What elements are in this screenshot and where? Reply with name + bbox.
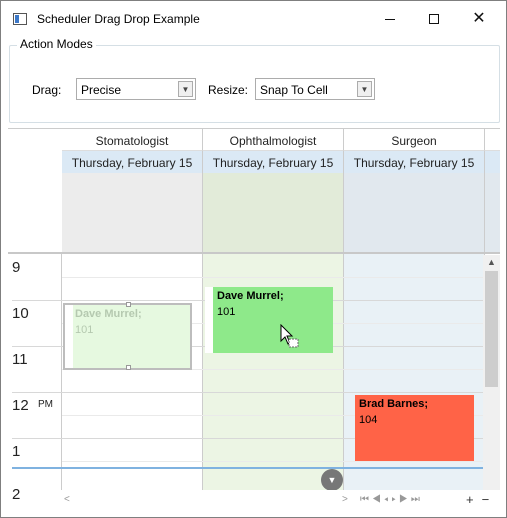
appointment-location: 101 [217,306,236,318]
title-bar: Scheduler Drag Drop Example ✕ [1,1,506,37]
resource-header-ophthalmologist: Ophthalmologist [203,129,344,151]
all-day-cell[interactable] [344,173,485,253]
grid-line [62,461,485,462]
ghost-location: 101 [75,324,94,336]
resize-handle [126,302,131,307]
scrollbar-thumb[interactable] [485,271,498,387]
minimize-icon [385,18,395,20]
date-header: Thursday, February 15 [62,151,203,173]
vertical-scrollbar[interactable]: ▲ [483,255,500,490]
resize-label: Resize: [208,83,249,97]
zoom-buttons[interactable]: +− [466,492,497,507]
all-day-cell[interactable] [203,173,344,253]
appointment-dragged[interactable]: Dave Murrel; 101 [213,287,333,353]
app-window: Scheduler Drag Drop Example ✕ Action Mod… [0,0,507,518]
resource-header-surgeon: Surgeon [344,129,485,151]
resource-header-overflow [485,129,500,151]
scroll-left-icon[interactable]: < [64,494,70,505]
window-title: Scheduler Drag Drop Example [37,12,200,26]
appointment-drag-source: Dave Murrel; 101 [63,302,192,370]
appointment-location: 104 [359,414,378,426]
date-header-overflow [485,151,500,173]
hour-label: 12 [12,397,29,414]
resize-mode-value: Snap To Cell [260,83,328,97]
grid-line [62,277,485,278]
hour-label: 1 [12,443,21,460]
hour-label: 2 [12,486,21,503]
drag-mode-value: Precise [81,83,122,97]
ghost-status-strip [65,305,73,368]
grid-line [12,392,485,393]
scroll-right-icon[interactable]: > [342,494,348,505]
drag-cursor-icon [280,324,299,348]
resize-mode-combobox[interactable]: Snap To Cell ▼ [255,78,375,100]
appointment-subject: Dave Murrel; [217,290,284,302]
navigation-buttons-icon[interactable]: ⏮◀◂▸▶⏭ [360,494,423,505]
appointment-subject: Brad Barnes; [359,398,429,410]
drag-mode-combobox[interactable]: Precise ▼ [76,78,196,100]
app-icon [13,13,27,25]
all-day-cell[interactable] [62,173,203,253]
minimize-button[interactable] [367,1,413,37]
time-ruler: 9 10 11 12 PM 1 2 [8,254,62,503]
close-icon: ✕ [472,10,486,27]
appointment-status-strip [205,287,213,353]
hour-label: 10 [12,305,29,322]
hour-label: 11 [12,351,28,368]
maximize-icon [429,14,439,24]
chevron-down-icon: ▼ [178,81,193,97]
navigation-bar: < > ⏮◀◂▸▶⏭ +− [56,490,500,510]
resource-header-stomatologist: Stomatologist [62,129,203,151]
date-header: Thursday, February 15 [203,151,344,173]
action-modes-title: Action Modes [17,37,96,51]
hour-label: 9 [12,259,21,276]
chevron-down-icon: ▼ [357,81,372,97]
resize-handle [126,365,131,370]
scroll-up-icon[interactable]: ▲ [483,257,500,269]
scheduler: Stomatologist Ophthalmologist Surgeon Th… [8,128,500,510]
maximize-button[interactable] [411,1,457,37]
drag-label: Drag: [32,83,62,97]
close-button[interactable]: ✕ [456,1,502,37]
ampm-label: PM [38,399,53,410]
chevron-down-icon: ▼ [327,475,337,485]
current-time-indicator [12,467,484,469]
date-header: Thursday, February 15 [344,151,485,173]
time-column-stomatologist[interactable] [62,254,203,494]
appointment-surgeon[interactable]: Brad Barnes; 104 [355,395,474,461]
more-appointments-button[interactable]: ▼ [321,469,343,491]
all-day-cell [485,173,500,253]
ghost-subject: Dave Murrel; [75,308,142,320]
